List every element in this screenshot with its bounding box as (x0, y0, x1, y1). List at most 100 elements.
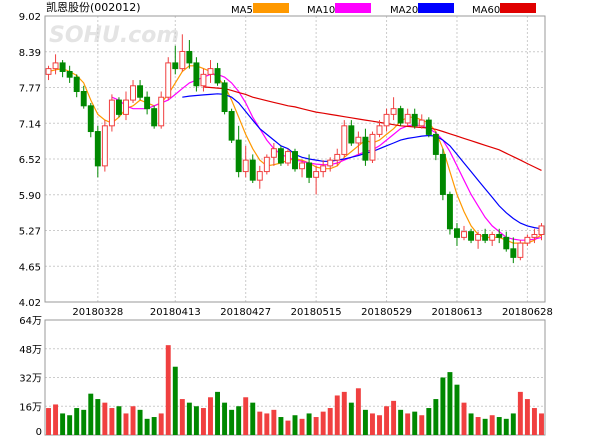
price-tick-label: 7.77 (19, 84, 41, 95)
candle-up (200, 68, 207, 92)
legend-swatch-ma60 (500, 3, 536, 13)
volume-bar (88, 393, 94, 435)
candle-body (235, 139, 242, 173)
candle-up (320, 160, 327, 178)
candle-body (397, 108, 404, 124)
candle-up (355, 131, 362, 155)
date-tick-label: 20180628 (502, 307, 553, 318)
candle-body (348, 125, 355, 144)
chart-title: 凯恩股份(002012) (46, 1, 141, 14)
candle-body (256, 171, 263, 181)
volume-bar (193, 406, 199, 435)
candle-up (475, 231, 482, 249)
candle-body (52, 62, 59, 70)
volume-bar (222, 402, 228, 435)
price-tick-label: 4.65 (19, 262, 41, 273)
volume-bar (524, 399, 530, 435)
candle-down (292, 148, 298, 172)
ma-legend: MA5 MA10 MA20 MA60 (231, 3, 536, 16)
date-axis: 20180328 20180413 20180427 20180515 20180529… (72, 307, 552, 318)
volume-bar (186, 402, 192, 435)
candle-body (439, 153, 446, 195)
volume-axis: 64万 48万 32万 16万 0 (19, 316, 42, 438)
legend-swatch-ma10 (335, 3, 371, 13)
volume-bar (250, 402, 256, 435)
candle-down (348, 120, 355, 146)
candle-up (158, 91, 165, 129)
volume-bar (341, 391, 347, 435)
volume-bar (264, 413, 270, 435)
candle-up (130, 80, 136, 103)
volume-bar (362, 409, 368, 435)
volume-tick-label: 64万 (19, 316, 42, 327)
candle-down (432, 131, 439, 161)
candle-body (327, 159, 334, 167)
stock-chart: 凯恩股份(002012) SOHU.com MA5 MA10 MA20 MA60 9.… (0, 0, 600, 440)
legend-label-ma5: MA5 (231, 5, 253, 16)
volume-bar (398, 409, 404, 435)
candle-body (284, 151, 291, 164)
volume-tick-label: 16万 (19, 402, 42, 413)
price-tick-label: 8.39 (19, 48, 41, 59)
candle-body (517, 242, 524, 258)
candle-body (242, 159, 249, 173)
volume-bar (433, 399, 439, 435)
candle-body (362, 136, 369, 161)
volume-bar (74, 408, 80, 435)
candle-down (221, 80, 228, 115)
legend-swatch-ma5 (253, 3, 289, 13)
volume-bar (454, 384, 460, 435)
volume-bar (384, 406, 390, 435)
volume-bar (503, 418, 509, 435)
volume-bar (348, 402, 354, 435)
candle-up (108, 94, 115, 132)
candle-up (327, 157, 334, 172)
candle-body (510, 248, 517, 258)
volume-bar (489, 415, 495, 435)
volume-bar (116, 406, 122, 435)
candle-up (313, 165, 320, 195)
legend-label-ma10: MA10 (307, 5, 335, 16)
candle-down (503, 231, 510, 252)
volume-bar (53, 404, 59, 435)
candle-body (454, 228, 460, 238)
volume-bar (475, 417, 481, 435)
candle-down (362, 128, 369, 166)
candle-up (207, 60, 214, 83)
volume-bar (236, 406, 242, 435)
candle-down (66, 65, 73, 83)
candle-body (320, 165, 327, 173)
candle-body (249, 159, 256, 181)
volume-tick-label: 48万 (19, 345, 42, 356)
candle-up (101, 120, 108, 172)
price-axis: 9.02 8.39 7.77 7.14 6.52 5.90 5.27 4.65 4.02 (19, 12, 41, 309)
candle-body (115, 99, 122, 115)
volume-bar (172, 366, 178, 435)
candle-body (186, 50, 193, 64)
candle-up (517, 240, 524, 261)
date-tick-label: 20180328 (72, 307, 123, 318)
volume-bar (137, 409, 143, 435)
volume-bar (510, 413, 516, 435)
ma-line-ma10 (111, 73, 542, 241)
volume-bar (285, 420, 291, 435)
volume-bar (102, 402, 108, 435)
volume-bar (355, 388, 361, 435)
candle-body (503, 236, 510, 250)
volume-bar (165, 345, 171, 435)
volume-bar (412, 411, 418, 435)
candle-body (158, 96, 165, 127)
volume-bar (440, 377, 446, 435)
price-tick-label: 4.02 (19, 298, 41, 309)
candle-down (425, 117, 432, 138)
candle-body (263, 156, 270, 173)
candle-body (80, 91, 87, 107)
candle-down (59, 60, 66, 78)
candle-up (45, 65, 52, 81)
volume-bar (208, 397, 213, 435)
candle-down (510, 237, 517, 264)
candle-body (221, 82, 228, 113)
candle-body (144, 96, 151, 110)
candle-up (383, 108, 390, 132)
candle-body (270, 148, 277, 158)
